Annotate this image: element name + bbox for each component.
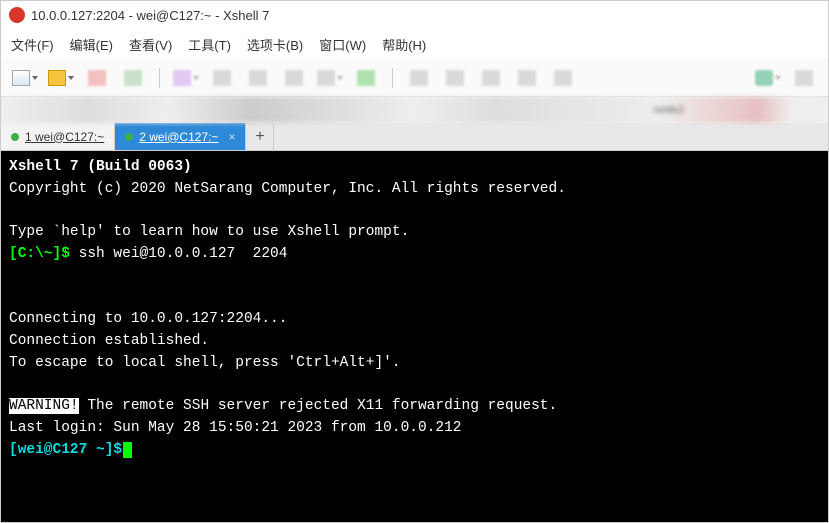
- toolbar-button[interactable]: [549, 66, 577, 90]
- terminal-warning: WARNING!: [9, 398, 79, 414]
- toolbar-button[interactable]: [405, 66, 433, 90]
- toolbar-button[interactable]: [172, 66, 200, 90]
- menu-help[interactable]: 帮助(H): [382, 35, 426, 54]
- toolbar-button[interactable]: [790, 66, 818, 90]
- toolbar-button[interactable]: [119, 66, 147, 90]
- toolbar-button[interactable]: [513, 66, 541, 90]
- blur-label: node2: [653, 104, 684, 116]
- plus-icon: +: [255, 128, 264, 146]
- session-tab-label: 1 wei@C127:~: [25, 130, 104, 144]
- terminal-line: Copyright (c) 2020 NetSarang Computer, I…: [9, 181, 566, 197]
- toolbar-button[interactable]: [352, 66, 380, 90]
- terminal-prompt: [C:\~]$: [9, 246, 70, 262]
- terminal-line: The remote SSH server rejected X11 forwa…: [79, 398, 558, 414]
- new-tab-button[interactable]: +: [246, 123, 274, 150]
- menu-tools[interactable]: 工具(T): [188, 35, 231, 54]
- session-tab-2[interactable]: 2 wei@C127:~ ×: [115, 123, 246, 150]
- tab-close-icon[interactable]: ×: [228, 130, 235, 144]
- toolbar-button[interactable]: [280, 66, 308, 90]
- terminal-line: Last login: Sun May 28 15:50:21 2023 fro…: [9, 420, 461, 436]
- menu-tabs[interactable]: 选项卡(B): [247, 35, 303, 54]
- menu-bar: 文件(F) 编辑(E) 查看(V) 工具(T) 选项卡(B) 窗口(W) 帮助(…: [1, 29, 828, 59]
- terminal-line: Type `help' to learn how to use Xshell p…: [9, 224, 409, 240]
- status-dot-icon: [11, 133, 19, 141]
- toolbar-button[interactable]: [244, 66, 272, 90]
- toolbar-button[interactable]: [477, 66, 505, 90]
- session-tabs: 1 wei@C127:~ 2 wei@C127:~ × +: [1, 123, 828, 151]
- toolbar-button[interactable]: [754, 66, 782, 90]
- terminal-line: Connecting to 10.0.0.127:2204...: [9, 311, 287, 327]
- terminal[interactable]: Xshell 7 (Build 0063) Copyright (c) 2020…: [1, 151, 828, 522]
- status-dot-icon: [125, 133, 133, 141]
- menu-file[interactable]: 文件(F): [11, 35, 54, 54]
- toolbar: [1, 59, 828, 97]
- menu-edit[interactable]: 编辑(E): [70, 35, 113, 54]
- blurred-address-bar: node2: [5, 97, 824, 123]
- session-tab-1[interactable]: 1 wei@C127:~: [1, 123, 115, 150]
- toolbar-button[interactable]: [441, 66, 469, 90]
- menu-view[interactable]: 查看(V): [129, 35, 172, 54]
- terminal-line: Connection established.: [9, 333, 209, 349]
- toolbar-separator: [392, 68, 393, 88]
- terminal-line: Xshell 7 (Build 0063): [9, 159, 192, 175]
- toolbar-button[interactable]: [83, 66, 111, 90]
- terminal-command: ssh wei@10.0.0.127 2204: [70, 246, 288, 262]
- toolbar-button[interactable]: [316, 66, 344, 90]
- terminal-line: To escape to local shell, press 'Ctrl+Al…: [9, 355, 401, 371]
- toolbar-button[interactable]: [208, 66, 236, 90]
- menu-window[interactable]: 窗口(W): [319, 35, 366, 54]
- cursor-icon: [123, 442, 132, 458]
- toolbar-separator: [159, 68, 160, 88]
- toolbar-open-button[interactable]: [47, 66, 75, 90]
- title-bar: 10.0.0.127:2204 - wei@C127:~ - Xshell 7: [1, 1, 828, 29]
- toolbar-new-session-button[interactable]: [11, 66, 39, 90]
- terminal-prompt: [wei@C127 ~]$: [9, 442, 122, 458]
- app-icon: [9, 7, 25, 23]
- window-title: 10.0.0.127:2204 - wei@C127:~ - Xshell 7: [31, 8, 269, 23]
- session-tab-label: 2 wei@C127:~: [139, 130, 218, 144]
